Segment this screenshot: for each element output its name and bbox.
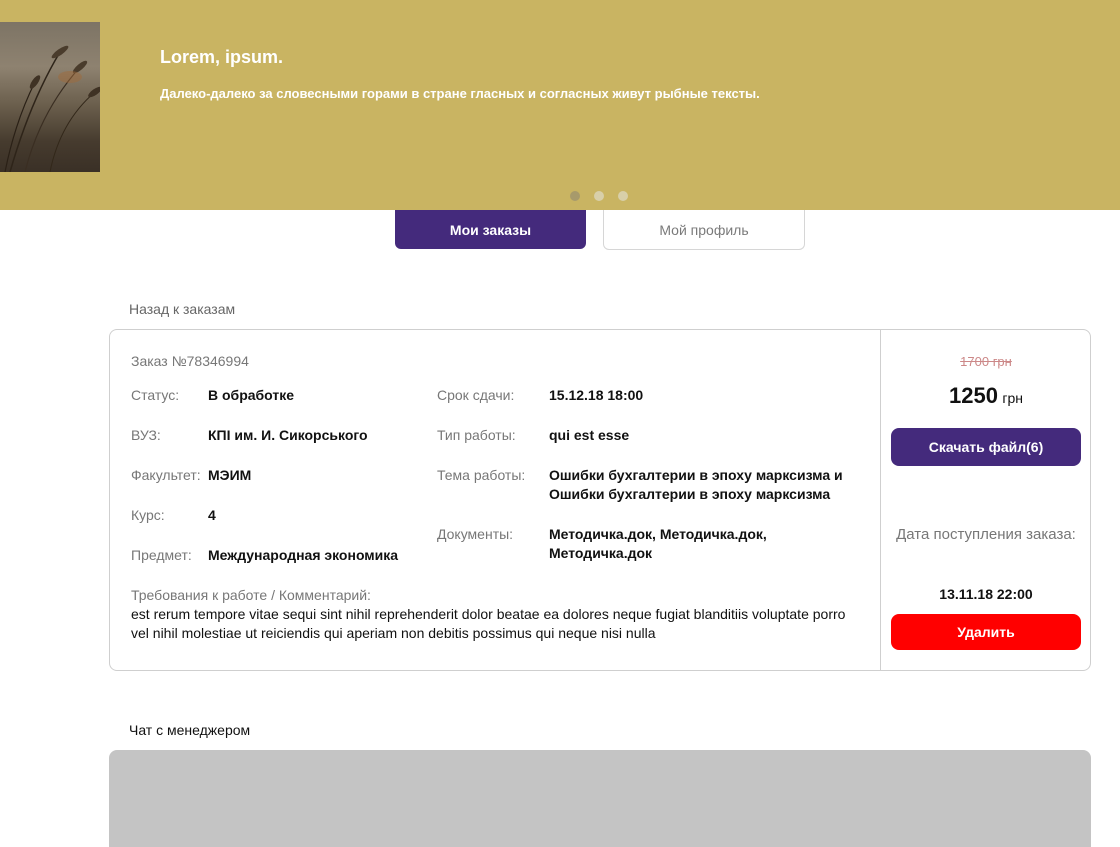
requirements-label: Требования к работе / Комментарий: [131, 587, 371, 603]
status-label: Статус: [131, 387, 180, 403]
faculty-label: Факультет: [131, 467, 201, 483]
order-date-value: 13.11.18 22:00 [939, 586, 1033, 602]
slider-dot-2[interactable] [594, 191, 604, 201]
tab-my-profile[interactable]: Мой профиль [603, 210, 805, 250]
university-label: ВУЗ: [131, 427, 161, 443]
topic-label: Тема работы: [437, 467, 526, 483]
documents-value[interactable]: Методичка.док, Методичка.док, Методичка.… [549, 525, 799, 563]
card-divider [880, 330, 881, 670]
banner-title: Lorem, ipsum. [160, 47, 284, 67]
order-date-label: Дата поступления заказа: [896, 526, 1076, 543]
slider-dot-3[interactable] [618, 191, 628, 201]
topic-value: Ошибки бухгалтерии в эпоху марксизма и О… [549, 467, 843, 502]
work-type-value: qui est esse [549, 427, 630, 443]
order-number: Заказ №78346994 [131, 353, 249, 369]
deadline-value: 15.12.18 18:00 [549, 387, 644, 403]
order-card: Заказ №78346994 Статус: В обработке ВУЗ:… [109, 329, 1091, 671]
slider-dot-1[interactable] [570, 191, 580, 201]
work-type-label: Тип работы: [437, 427, 516, 443]
download-file-button[interactable]: Скачать файл(6) [891, 428, 1081, 466]
chat-box[interactable] [109, 750, 1091, 847]
delete-order-button[interactable]: Удалить [891, 614, 1081, 650]
slider-dots [570, 191, 628, 201]
requirements-text: est rerum tempore vitae sequi sint nihil… [131, 606, 846, 641]
status-value: В обработке [208, 387, 295, 403]
faculty-value: МЭИМ [208, 467, 252, 483]
old-price: 1700 грн [960, 354, 1012, 369]
hero-banner: Lorem, ipsum. Далеко-далеко за словесным… [0, 0, 1120, 210]
subject-label: Предмет: [131, 547, 192, 563]
university-value: КПІ им. И. Сикорського [208, 427, 368, 443]
new-price: 1250 грн [881, 383, 1091, 409]
subject-value: Международная экономика [208, 547, 399, 563]
course-value: 4 [208, 507, 216, 523]
course-label: Курс: [131, 507, 165, 523]
deadline-label: Срок сдачи: [437, 387, 515, 403]
documents-label: Документы: [437, 526, 514, 542]
banner-text: Далеко-далеко за словесными горами в стр… [160, 86, 760, 101]
price-amount: 1250 [948, 383, 998, 408]
back-to-orders-link[interactable]: Назад к заказам [129, 301, 235, 317]
tab-my-orders[interactable]: Мои заказы [395, 210, 586, 249]
banner-wheat-image [0, 22, 100, 172]
price-currency: грн [1002, 390, 1024, 406]
chat-title: Чат с менеджером [129, 722, 251, 738]
